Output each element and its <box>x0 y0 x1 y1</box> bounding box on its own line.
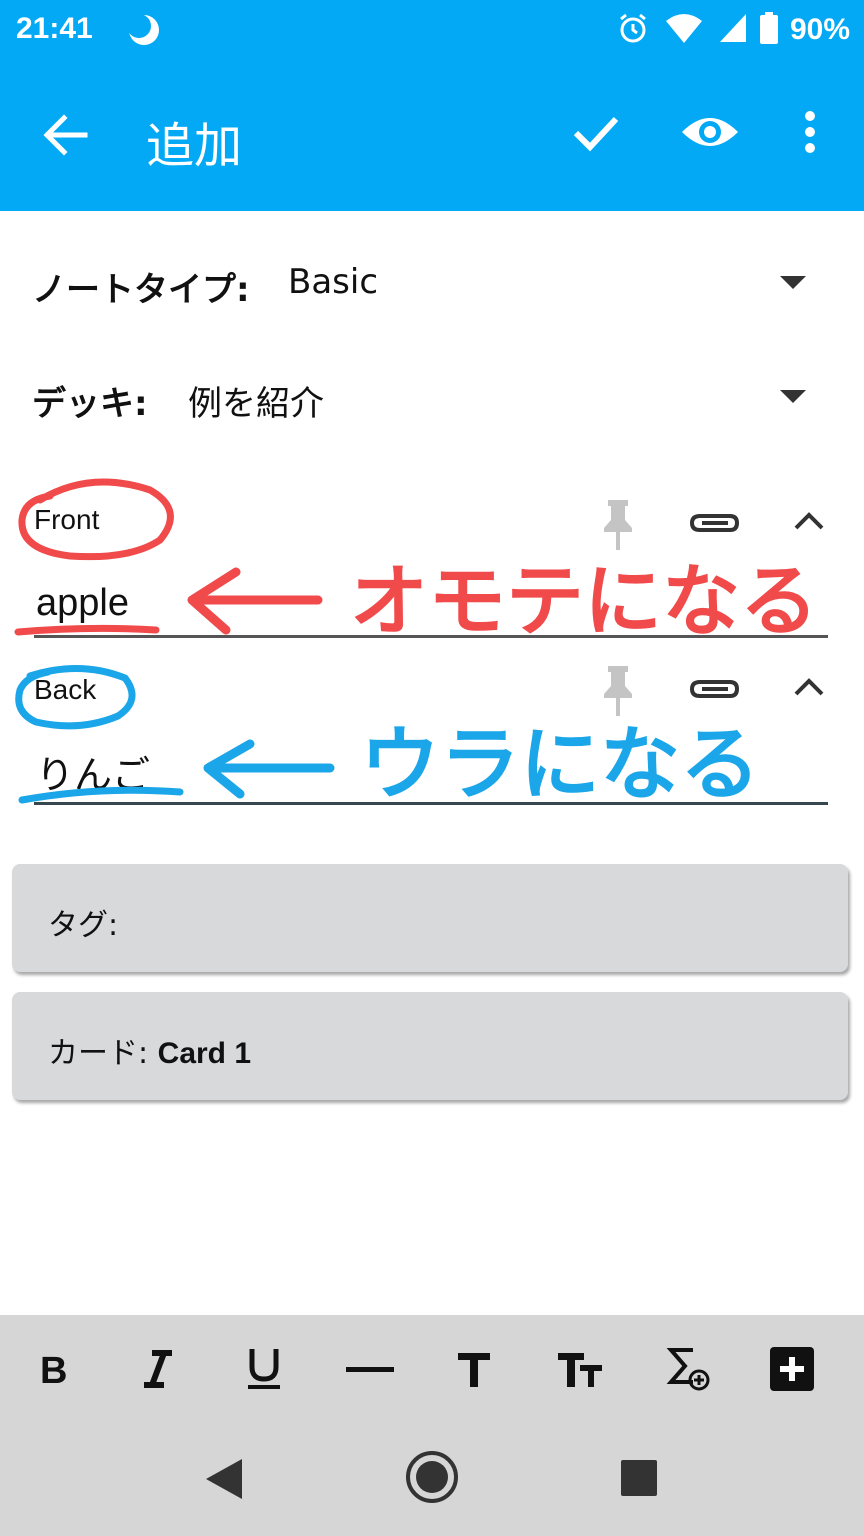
cards-value: Card 1 <box>157 1037 252 1070</box>
collapse-chevron-icon[interactable] <box>790 670 828 708</box>
underline-icon[interactable] <box>234 1339 294 1399</box>
formatting-toolbar: B <box>0 1315 864 1423</box>
math-insert-icon[interactable] <box>658 1339 718 1399</box>
attachment-icon[interactable] <box>688 672 740 710</box>
dropdown-arrow-icon[interactable] <box>780 390 806 403</box>
more-vert-icon[interactable] <box>792 102 828 162</box>
bold-icon[interactable]: B <box>24 1339 84 1399</box>
cards-text: カード: Card 1 <box>48 1028 251 1072</box>
pin-icon[interactable] <box>598 664 638 724</box>
back-arrow-icon[interactable] <box>30 100 100 170</box>
italic-icon[interactable] <box>128 1339 188 1399</box>
field-front-input[interactable]: apple <box>36 582 129 625</box>
wifi-icon <box>662 11 706 49</box>
tags-label: タグ: <box>48 908 119 943</box>
nav-home-icon[interactable] <box>404 1449 460 1509</box>
svg-text:B: B <box>40 1350 67 1389</box>
field-front: Front apple <box>0 490 864 640</box>
alarm-icon <box>616 11 650 49</box>
tags-card[interactable]: タグ: <box>12 864 848 972</box>
battery-percent: 90% <box>789 13 850 46</box>
field-back-label: Back <box>34 674 97 705</box>
status-time: 21:41 <box>16 12 93 45</box>
cards-label: カード: <box>48 1036 149 1071</box>
deck-label: デッキ: <box>32 384 148 424</box>
add-format-icon[interactable] <box>762 1339 822 1399</box>
field-back-underline <box>34 802 828 805</box>
horizontal-rule-icon[interactable] <box>340 1339 400 1399</box>
preview-eye-icon[interactable] <box>678 102 742 162</box>
save-check-icon[interactable] <box>566 102 626 162</box>
cards-card[interactable]: カード: Card 1 <box>12 992 848 1100</box>
battery-icon <box>759 12 778 48</box>
nav-recents-icon[interactable] <box>620 1459 658 1501</box>
note-type-selector[interactable]: ノートタイプ: Basic <box>0 244 864 324</box>
title-case-icon[interactable] <box>550 1339 610 1399</box>
dropdown-arrow-icon[interactable] <box>780 276 806 289</box>
note-type-value: Basic <box>288 262 379 302</box>
field-front-label: Front <box>34 504 100 535</box>
pin-icon[interactable] <box>598 498 638 558</box>
page-title: 追加 <box>146 118 243 174</box>
field-front-underline <box>34 635 828 638</box>
signal-icon <box>718 12 748 48</box>
attachment-icon[interactable] <box>688 506 740 544</box>
deck-selector[interactable]: デッキ: 例を紹介 <box>0 358 864 438</box>
nav-back-icon[interactable] <box>204 1457 244 1505</box>
font-size-icon[interactable] <box>444 1339 504 1399</box>
status-bar: 21:41 90% <box>0 0 864 62</box>
moon-icon <box>126 12 162 52</box>
navigation-bar <box>0 1423 864 1536</box>
collapse-chevron-icon[interactable] <box>790 504 828 542</box>
app-bar: 21:41 90% 追加 <box>0 0 864 211</box>
note-type-label: ノートタイプ: <box>32 270 250 310</box>
deck-value: 例を紹介 <box>188 384 324 424</box>
field-back-input[interactable]: りんご <box>36 744 150 799</box>
toolbar: 追加 <box>0 62 864 211</box>
field-back: Back りんご <box>0 656 864 806</box>
